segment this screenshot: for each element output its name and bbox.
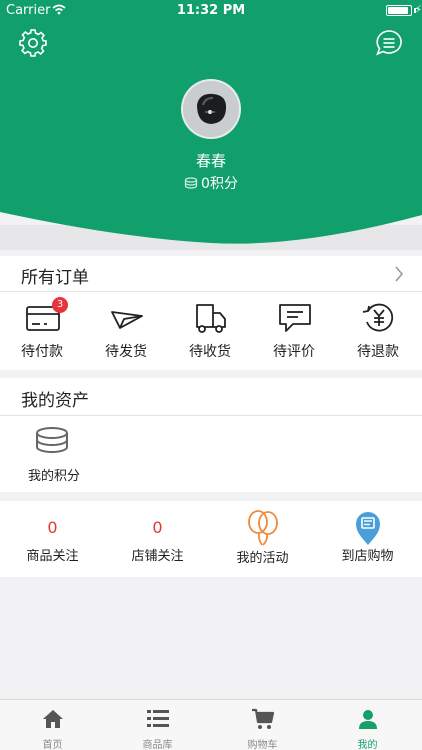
status-bar: Carrier 11:32 PM ⚡	[0, 0, 422, 22]
charging-icon: ⚡	[414, 3, 422, 16]
activity-label: 我的活动	[236, 551, 289, 566]
balloons-icon	[248, 510, 278, 546]
cart-icon	[252, 708, 275, 729]
order-status-row: 3 待付款 待发货 待收货 待评价 待退款	[0, 292, 422, 370]
avatar[interactable]	[181, 79, 241, 139]
in-store-shopping-item[interactable]: 到店购物	[315, 501, 420, 577]
tab-label: 我的	[357, 740, 378, 750]
order-pending-review[interactable]: 待评价	[252, 292, 336, 370]
pending-payment-badge: 3	[52, 297, 68, 313]
assets-title: 我的资产	[21, 391, 89, 411]
follow-label: 商品关注	[26, 549, 79, 564]
my-points-item[interactable]: 我的积分	[14, 416, 94, 492]
avatar-photo	[183, 81, 239, 137]
points-summary[interactable]: 0积分	[0, 173, 422, 193]
user-icon	[359, 710, 377, 729]
home-icon	[43, 710, 63, 728]
assets-row: 我的积分	[0, 416, 422, 492]
orders-title: 所有订单	[21, 268, 89, 288]
order-label: 待收货	[189, 344, 231, 360]
profile-screen: Carrier 11:32 PM ⚡ 春春 0积分 所有订单 3 待付款 待发货…	[0, 0, 422, 750]
clock: 11:32 PM	[176, 3, 246, 18]
order-pending-shipment[interactable]: 待发货	[84, 292, 168, 370]
asset-label: 我的积分	[27, 469, 80, 484]
store-shopping-label: 到店购物	[341, 549, 394, 564]
list-icon	[147, 710, 169, 727]
my-activities-item[interactable]: 我的活动	[210, 501, 315, 577]
coin-stack-icon	[36, 427, 68, 453]
store-follow-item[interactable]: 0 店铺关注	[105, 501, 210, 577]
battery-level	[388, 7, 408, 14]
product-follow-count: 0	[47, 518, 58, 537]
product-follow-item[interactable]: 0 商品关注	[0, 501, 105, 577]
chevron-right-icon	[395, 266, 404, 282]
tab-label: 商品库	[142, 740, 173, 750]
tab-home[interactable]: 首页	[0, 700, 105, 750]
order-label: 待退款	[357, 344, 399, 360]
order-pending-receipt[interactable]: 待收货	[168, 292, 252, 370]
order-pending-payment[interactable]: 3 待付款	[0, 292, 84, 370]
username: 春春	[195, 152, 226, 170]
tab-bar: 首页 商品库 购物车 我的	[0, 699, 422, 750]
tab-label: 首页	[42, 740, 63, 750]
refund-yen-icon	[362, 303, 394, 332]
tab-cart[interactable]: 购物车	[210, 700, 315, 750]
store-follow-count: 0	[152, 518, 163, 537]
profile-header: Carrier 11:32 PM ⚡ 春春 0积分	[0, 0, 422, 250]
delivery-truck-icon	[196, 304, 226, 333]
my-assets-header: 我的资产	[0, 378, 422, 416]
paper-plane-icon	[111, 311, 143, 329]
battery-icon	[386, 5, 412, 16]
all-orders-row[interactable]: 所有订单	[0, 256, 422, 292]
store-pin-icon	[356, 512, 380, 545]
tab-label: 购物车	[247, 740, 278, 750]
order-label: 待付款	[21, 344, 63, 360]
coin-stack-icon	[184, 177, 198, 189]
comment-icon	[279, 304, 311, 332]
follow-activity-row: 0 商品关注 0 店铺关注 我的活动 到店购物	[0, 501, 422, 577]
order-label: 待发货	[105, 344, 147, 360]
tab-product-library[interactable]: 商品库	[105, 700, 210, 750]
follow-label: 店铺关注	[131, 549, 184, 564]
order-pending-refund[interactable]: 待退款	[336, 292, 420, 370]
points-value: 0积分	[201, 176, 238, 192]
settings-gear-icon[interactable]	[18, 28, 48, 58]
message-icon[interactable]	[374, 28, 404, 58]
tab-mine[interactable]: 我的	[315, 700, 420, 750]
order-label: 待评价	[273, 344, 315, 360]
